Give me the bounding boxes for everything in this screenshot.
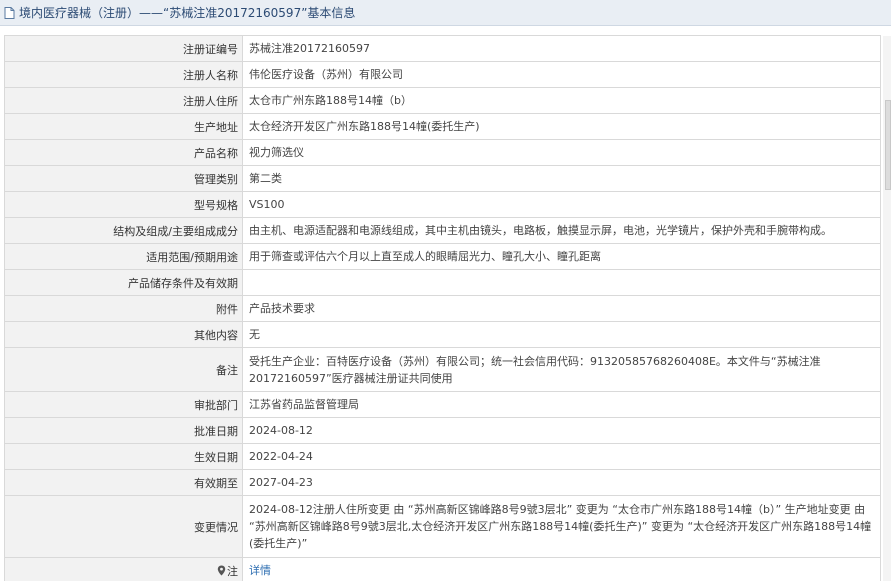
row-value-expiry-date: 2027-04-23	[242, 469, 881, 496]
row-value-intended-use: 用于筛查或评估六个月以上直至成人的眼睛屈光力、瞳孔大小、瞳孔距离	[242, 243, 881, 270]
row-label-remarks: 备注	[4, 347, 243, 392]
table-row: 适用范围/预期用途 用于筛查或评估六个月以上直至成人的眼睛屈光力、瞳孔大小、瞳孔…	[4, 243, 881, 270]
row-label-intended-use: 适用范围/预期用途	[4, 243, 243, 270]
scrollbar-thumb[interactable]	[885, 100, 891, 190]
row-value-registration-number: 苏械注准20172160597	[242, 35, 881, 62]
row-value-approval-date: 2024-08-12	[242, 417, 881, 444]
note-label: 注	[227, 564, 238, 578]
detail-link[interactable]: 详情	[249, 564, 271, 577]
row-value-structure: 由主机、电源适配器和电源线组成，其中主机由镜头，电路板，触摸显示屏，电池，光学镜…	[242, 217, 881, 244]
row-label-registration-number: 注册证编号	[4, 35, 243, 62]
row-label-management-category: 管理类别	[4, 165, 243, 192]
table-row: 型号规格 VS100	[4, 191, 881, 218]
table-row: 变更情况 2024-08-12注册人住所变更 由 “苏州高新区锦峰路8号9號3层…	[4, 495, 881, 558]
row-label-approval-department: 审批部门	[4, 391, 243, 418]
table-row: 产品名称 视力筛选仪	[4, 139, 881, 166]
row-label-expiry-date: 有效期至	[4, 469, 243, 496]
table-row: 生效日期 2022-04-24	[4, 443, 881, 470]
row-label-other: 其他内容	[4, 321, 243, 348]
row-value-management-category: 第二类	[242, 165, 881, 192]
table-row: 管理类别 第二类	[4, 165, 881, 192]
row-value-approval-department: 江苏省药品监督管理局	[242, 391, 881, 418]
table-row: 其他内容 无	[4, 321, 881, 348]
table-row: 注册证编号 苏械注准20172160597	[4, 35, 881, 62]
table-row: 审批部门 江苏省药品监督管理局	[4, 391, 881, 418]
row-label-effective-date: 生效日期	[4, 443, 243, 470]
row-label-note: 注	[4, 557, 243, 581]
table-row: 批准日期 2024-08-12	[4, 417, 881, 444]
table-row: 产品储存条件及有效期	[4, 269, 881, 296]
row-value-registrant-name: 伟伦医疗设备（苏州）有限公司	[242, 61, 881, 88]
page-title: 境内医疗器械（注册）——“苏械注准20172160597”基本信息	[19, 6, 356, 20]
row-label-registrant-name: 注册人名称	[4, 61, 243, 88]
table-row: 注册人名称 伟伦医疗设备（苏州）有限公司	[4, 61, 881, 88]
page-title-bar: 境内医疗器械（注册）——“苏械注准20172160597”基本信息	[0, 0, 891, 26]
document-icon	[4, 6, 16, 19]
table-row: 生产地址 太仓经济开发区广州东路188号14幢(委托生产)	[4, 113, 881, 140]
row-value-changes: 2024-08-12注册人住所变更 由 “苏州高新区锦峰路8号9號3层北” 变更…	[242, 495, 881, 558]
location-pin-icon	[217, 565, 226, 576]
row-value-remarks: 受托生产企业：百特医疗设备（苏州）有限公司；统一社会信用代码：913205857…	[242, 347, 881, 392]
table-row: 注 详情	[4, 557, 881, 581]
row-value-note: 详情	[242, 557, 881, 581]
row-value-product-name: 视力筛选仪	[242, 139, 881, 166]
row-label-structure: 结构及组成/主要组成成分	[4, 217, 243, 244]
row-label-storage: 产品储存条件及有效期	[4, 269, 243, 296]
row-label-product-name: 产品名称	[4, 139, 243, 166]
row-value-registrant-address: 太仓市广州东路188号14幢（b）	[242, 87, 881, 114]
table-row: 有效期至 2027-04-23	[4, 469, 881, 496]
row-value-model: VS100	[242, 191, 881, 218]
row-value-attachment: 产品技术要求	[242, 295, 881, 322]
table-row: 注册人住所 太仓市广州东路188号14幢（b）	[4, 87, 881, 114]
row-value-production-address: 太仓经济开发区广州东路188号14幢(委托生产)	[242, 113, 881, 140]
table-row: 附件 产品技术要求	[4, 295, 881, 322]
row-label-changes: 变更情况	[4, 495, 243, 558]
row-label-model: 型号规格	[4, 191, 243, 218]
table-row: 结构及组成/主要组成成分 由主机、电源适配器和电源线组成，其中主机由镜头，电路板…	[4, 217, 881, 244]
row-label-approval-date: 批准日期	[4, 417, 243, 444]
row-label-production-address: 生产地址	[4, 113, 243, 140]
row-value-storage	[242, 269, 881, 296]
row-value-effective-date: 2022-04-24	[242, 443, 881, 470]
table-row: 备注 受托生产企业：百特医疗设备（苏州）有限公司；统一社会信用代码：913205…	[4, 347, 881, 392]
row-value-other: 无	[242, 321, 881, 348]
row-label-attachment: 附件	[4, 295, 243, 322]
row-label-registrant-address: 注册人住所	[4, 87, 243, 114]
info-table: 注册证编号 苏械注准20172160597 注册人名称 伟伦医疗设备（苏州）有限…	[4, 35, 881, 581]
